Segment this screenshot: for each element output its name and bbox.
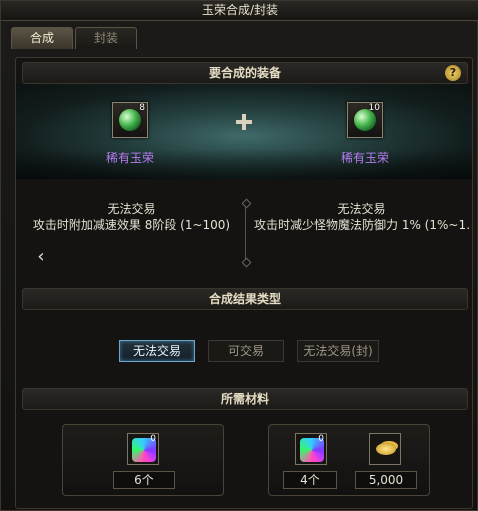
divider: [245, 203, 246, 263]
option-tradable[interactable]: 可交易: [208, 340, 284, 362]
option-untradable[interactable]: 无法交易: [119, 340, 195, 362]
help-icon[interactable]: ?: [445, 65, 461, 81]
result-section-header: 合成结果类型: [22, 288, 468, 310]
right-trade-status: 无法交易: [337, 202, 386, 216]
chevron-left-icon[interactable]: ‹: [30, 246, 52, 268]
right-item-slot[interactable]: 10: [347, 102, 383, 138]
material-quantity: 4个: [283, 471, 337, 489]
left-item-slot[interactable]: 8: [112, 102, 148, 138]
right-effect: 攻击时减少怪物魔法防御力 1% (1%~1…: [254, 218, 469, 232]
right-item-name: 稀有玉荣: [340, 151, 389, 165]
gold-slot[interactable]: [369, 433, 401, 465]
equip-banner: 8 稀有玉荣 10 稀有玉荣: [16, 84, 472, 179]
left-effect: 攻击时附加减速效果 8阶段 (1~100): [32, 218, 231, 232]
left-trade-status: 无法交易: [107, 202, 156, 216]
equip-section-title: 要合成的装备: [208, 66, 281, 80]
material-quantity: 6个: [113, 471, 175, 489]
green-gem-icon: [119, 109, 141, 131]
materials-box-right: 0 4个 5,000: [268, 424, 430, 496]
material-slot-right[interactable]: 0: [295, 433, 327, 465]
left-item-count: 8: [139, 103, 145, 113]
left-item-description: 无法交易 攻击时附加减速效果 8阶段 (1~100): [24, 201, 239, 233]
right-item-description: 无法交易 攻击时减少怪物魔法防御力 1% (1%~1…: [254, 201, 469, 233]
ruby-synthesis-window: 玉荣合成/封装 合成 封装 要合成的装备 ? 8 稀有玉荣 10 稀有玉荣 无法…: [0, 0, 478, 511]
material-count: 0: [318, 434, 324, 444]
right-item-count: 10: [368, 103, 380, 113]
main-panel: 要合成的装备 ? 8 稀有玉荣 10 稀有玉荣 无法交易 攻击时附加减速效果 8…: [15, 57, 473, 509]
option-untradable-sealed[interactable]: 无法交易(封): [297, 340, 379, 362]
plus-icon: [234, 112, 254, 132]
gold-amount: 5,000: [355, 471, 417, 489]
tab-seal[interactable]: 封装: [75, 27, 137, 49]
equip-section-header: 要合成的装备 ?: [22, 62, 468, 84]
left-item-name: 稀有玉荣: [105, 151, 154, 165]
window-title: 玉荣合成/封装: [1, 1, 478, 21]
material-slot-left[interactable]: 0: [127, 433, 159, 465]
gold-coin-icon: [376, 443, 396, 455]
material-count: 0: [150, 434, 156, 444]
materials-section-header: 所需材料: [22, 388, 468, 410]
tab-synthesis[interactable]: 合成: [11, 27, 73, 49]
tab-bar: 合成 封装: [11, 27, 137, 49]
materials-box-left: 0 6个: [62, 424, 224, 496]
